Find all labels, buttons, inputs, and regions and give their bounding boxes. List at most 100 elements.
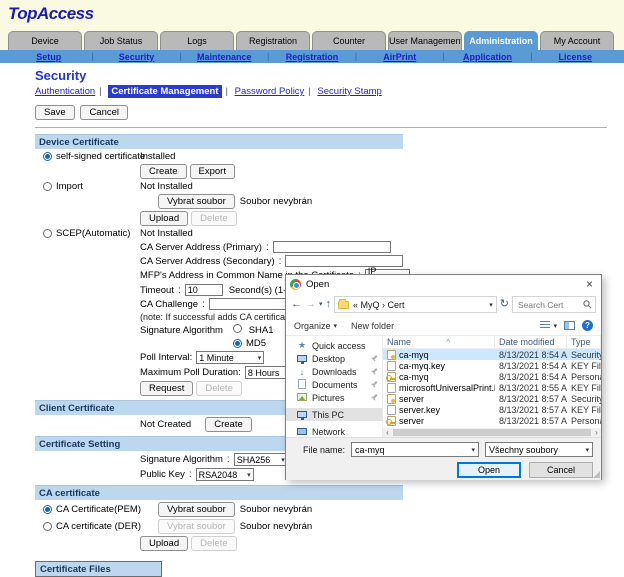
radio-sha1[interactable] (233, 324, 242, 333)
navigation-pane: ★ Quick access Desktop ↓ Downloads Docum… (286, 336, 383, 437)
radio-import[interactable] (43, 182, 52, 191)
timeout-input[interactable] (185, 284, 223, 296)
file-row[interactable]: microsoftUniversalPrint.key 8/13/2021 8:… (383, 382, 601, 393)
export-button[interactable]: Export (190, 164, 235, 179)
file-row[interactable]: server 8/13/2021 8:57 AM Personal I (383, 415, 601, 426)
subnav-application[interactable]: Application (445, 52, 530, 62)
help-icon[interactable]: ? (582, 320, 593, 331)
subnav-license[interactable]: License (533, 52, 618, 62)
column-name[interactable]: Name ^ (383, 336, 495, 348)
link-password-policy[interactable]: Password Policy (235, 86, 305, 97)
upload-button[interactable]: Upload (140, 536, 188, 551)
security-certificate-icon (387, 394, 396, 404)
create-button[interactable]: Create (140, 164, 187, 179)
sidebar-item-downloads[interactable]: ↓ Downloads (286, 365, 382, 378)
ca-der-label: CA certificate (DER) (56, 521, 141, 532)
subnav-setup[interactable]: Setup (6, 52, 91, 62)
radio-md5[interactable] (233, 339, 242, 348)
sidebar-item-network[interactable]: Network (286, 425, 382, 437)
back-icon[interactable]: ← (291, 299, 302, 310)
choose-file-button[interactable]: Vybrat soubor (158, 502, 235, 517)
search-box[interactable] (512, 296, 596, 313)
scrollbar-thumb[interactable] (393, 429, 591, 436)
subnav-maintenance[interactable]: Maintenance (182, 52, 267, 62)
file-row[interactable]: ca-myq.key 8/13/2021 8:54 AM KEY File (383, 360, 601, 371)
pin-icon (371, 368, 378, 375)
link-certificate-management[interactable]: Certificate Management (108, 85, 221, 98)
self-signed-label: self-signed certificate (56, 151, 145, 162)
link-security-stamp[interactable]: Security Stamp (317, 86, 381, 97)
tab-registration[interactable]: Registration (236, 31, 310, 50)
tab-counter[interactable]: Counter (312, 31, 386, 50)
dialog-cancel-button[interactable]: Cancel (529, 462, 593, 478)
desktop-icon (296, 354, 308, 364)
choose-file-button-disabled: Vybrat soubor (158, 519, 235, 534)
create-button[interactable]: Create (205, 417, 252, 432)
sidebar-item-documents[interactable]: Documents (286, 378, 382, 391)
chevron-down-icon: ▾ (553, 322, 557, 330)
close-icon[interactable]: × (582, 277, 597, 291)
horizontal-scrollbar[interactable]: ‹ › (383, 428, 601, 437)
file-row[interactable]: server.key 8/13/2021 8:57 AM KEY File (383, 404, 601, 415)
poll-interval-select[interactable]: 1 Minute ▾ (196, 351, 264, 364)
ca-challenge-label: CA Challenge (140, 299, 198, 310)
sidebar-item-pictures[interactable]: Pictures (286, 391, 382, 404)
column-date-modified[interactable]: Date modified (495, 336, 567, 348)
address-bar[interactable]: « MyQ › Cert ▾ (334, 296, 497, 313)
link-authentication[interactable]: Authentication (35, 86, 95, 97)
sidebar-item-this-pc[interactable]: This PC (286, 408, 382, 421)
save-button[interactable]: Save (35, 105, 75, 120)
dialog-titlebar[interactable]: Open × (286, 275, 601, 293)
ca-certificate-header: CA certificate (35, 485, 403, 500)
divider (35, 127, 607, 128)
column-type[interactable]: Type (567, 336, 601, 348)
security-certificate-icon (387, 350, 396, 360)
personal-certificate-icon (387, 372, 396, 382)
radio-scep[interactable] (43, 229, 52, 238)
refresh-icon[interactable]: ↻ (500, 299, 509, 310)
file-row[interactable]: ca-myq 8/13/2021 8:54 AM Security C (383, 349, 601, 360)
file-row[interactable]: ca-myq 8/13/2021 8:54 AM Personal I (383, 371, 601, 382)
sidebar-item-quick-access[interactable]: ★ Quick access (286, 339, 382, 352)
scroll-right-icon[interactable]: › (592, 428, 601, 437)
tab-logs[interactable]: Logs (160, 31, 234, 50)
view-mode-button[interactable]: ▾ (540, 321, 557, 330)
organize-menu[interactable]: Organize ▾ (294, 321, 337, 331)
file-icon (387, 361, 396, 371)
file-row[interactable]: server 8/13/2021 8:57 AM Security C (383, 393, 601, 404)
tab-job-status[interactable]: Job Status (84, 31, 158, 50)
signature-algorithm-select[interactable]: SHA256 ▾ (234, 453, 288, 466)
request-button[interactable]: Request (140, 381, 193, 396)
pin-icon (371, 394, 378, 401)
new-folder-button[interactable]: New folder (351, 321, 394, 331)
sidebar-item-desktop[interactable]: Desktop (286, 352, 382, 365)
subnav-security[interactable]: Security (94, 52, 179, 62)
ca-primary-input[interactable] (273, 241, 391, 253)
upload-button[interactable]: Upload (140, 211, 188, 226)
subnav-airprint[interactable]: AirPrint (357, 52, 442, 62)
tab-user-management[interactable]: User Management (388, 31, 462, 50)
file-type-combo[interactable]: Všechny soubory ▾ (485, 442, 593, 457)
open-button[interactable]: Open (457, 462, 521, 478)
tab-administration[interactable]: Administration (464, 31, 538, 50)
md5-label: MD5 (246, 338, 266, 349)
preview-pane-icon[interactable] (564, 321, 575, 330)
public-key-select[interactable]: RSA2048 ▾ (196, 468, 254, 481)
up-icon[interactable]: ↑ (326, 299, 332, 310)
tab-device[interactable]: Device (8, 31, 82, 50)
subnav-registration[interactable]: Registration (269, 52, 354, 62)
cancel-button[interactable]: Cancel (80, 105, 128, 120)
scroll-left-icon[interactable]: ‹ (383, 428, 392, 437)
personal-certificate-icon (387, 416, 396, 426)
radio-self-signed[interactable] (43, 152, 52, 161)
choose-file-button[interactable]: Vybrat soubor (158, 194, 235, 209)
search-input[interactable] (516, 299, 583, 311)
radio-ca-pem[interactable] (43, 505, 52, 514)
forward-icon[interactable]: → (305, 299, 316, 310)
pin-icon (371, 381, 378, 388)
radio-ca-der[interactable] (43, 522, 52, 531)
tab-my-account[interactable]: My Account (540, 31, 614, 50)
history-chevron-icon[interactable]: ▾ (319, 301, 323, 308)
resize-grip[interactable] (593, 471, 600, 478)
file-name-combo[interactable]: ca-myq ▾ (351, 442, 479, 457)
